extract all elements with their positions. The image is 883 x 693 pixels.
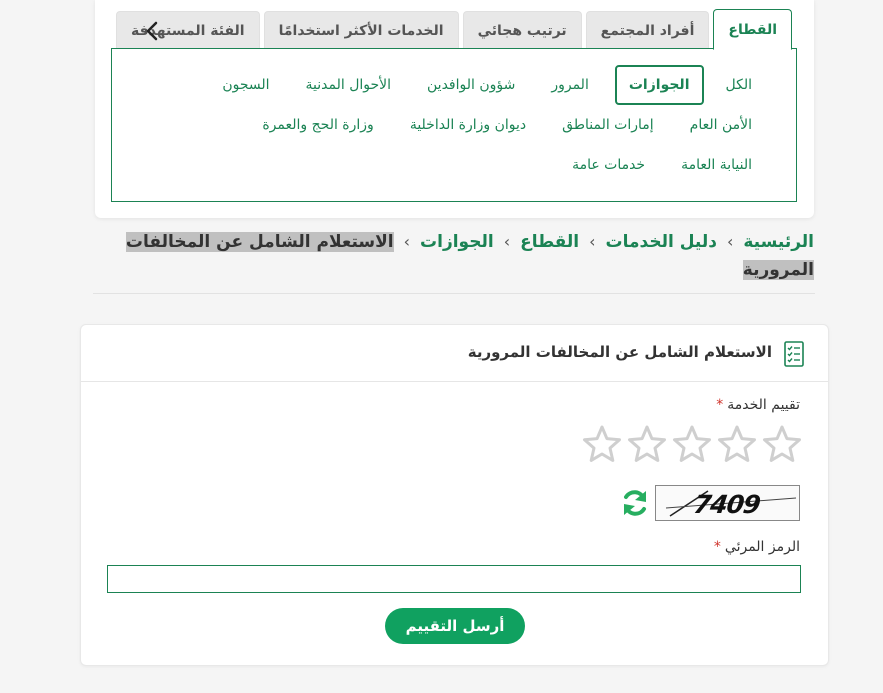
sector-chip-emirates[interactable]: إمارات المناطق xyxy=(552,105,664,145)
star-rating xyxy=(582,424,802,464)
chevron-separator-icon: › xyxy=(589,232,596,251)
sector-chip-traffic[interactable]: المرور xyxy=(541,65,599,105)
sector-chip-prisons[interactable]: السجون xyxy=(212,65,279,105)
chevron-separator-icon: › xyxy=(503,232,511,251)
service-rating-card: الاستعلام الشامل عن المخالفات المرورية ت… xyxy=(80,324,829,666)
captcha-code-input[interactable] xyxy=(107,565,801,593)
sector-row-1: الكل الجوازات المرور شؤون الوافدين الأحو… xyxy=(212,65,762,105)
star-outline-icon[interactable] xyxy=(717,424,757,464)
sector-chip-expatriates[interactable]: شؤون الوافدين xyxy=(417,65,525,105)
tab-most-used[interactable]: الخدمات الأكثر استخدامًا xyxy=(263,11,459,50)
sector-chip-hajj-umrah[interactable]: وزارة الحج والعمرة xyxy=(252,105,383,145)
service-filter-card: القطاع أفراد المجتمع ترتيب هجائي الخدمات… xyxy=(95,0,814,218)
tab-sector[interactable]: القطاع xyxy=(713,9,792,50)
service-title: الاستعلام الشامل عن المخالفات المرورية xyxy=(467,343,772,361)
tab-alphabetical[interactable]: ترتيب هجائي xyxy=(462,11,582,50)
required-mark: * xyxy=(713,539,721,555)
star-outline-icon[interactable] xyxy=(672,424,712,464)
tab-target-group[interactable]: الفئة المستهدفة xyxy=(116,11,260,50)
breadcrumb-sector[interactable]: القطاع xyxy=(520,232,579,252)
star-outline-icon[interactable] xyxy=(627,424,667,464)
sector-chip-interior-diwan[interactable]: ديوان وزارة الداخلية xyxy=(400,105,536,145)
star-outline-icon[interactable] xyxy=(582,424,622,464)
required-mark: * xyxy=(716,397,724,413)
sector-chip-general-services[interactable]: خدمات عامة xyxy=(562,145,655,185)
filter-tabs: القطاع أفراد المجتمع ترتيب هجائي الخدمات… xyxy=(116,9,792,50)
submit-rating-button[interactable]: أرسل التقييم xyxy=(385,608,525,644)
breadcrumb: الرئيسية›دليل الخدمات›القطاع›الجوازات›ال… xyxy=(114,228,814,284)
sector-chip-all[interactable]: الكل xyxy=(716,65,763,105)
chevron-separator-icon: › xyxy=(403,232,411,251)
sector-chip-passports[interactable]: الجوازات xyxy=(614,65,704,105)
sector-chip-public-security[interactable]: الأمن العام xyxy=(680,105,762,145)
star-outline-icon[interactable] xyxy=(762,424,802,464)
sector-chip-civil-affairs[interactable]: الأحوال المدنية xyxy=(296,65,402,105)
code-label: الرمز المرئي* xyxy=(713,539,800,555)
checklist-document-icon xyxy=(784,341,804,367)
sector-chip-public-prosecution[interactable]: النيابة العامة xyxy=(671,145,762,185)
card-header: الاستعلام الشامل عن المخالفات المرورية xyxy=(81,325,828,382)
sector-row-3: النيابة العامة خدمات عامة xyxy=(562,145,762,185)
captcha-image: 7409 xyxy=(655,485,800,521)
breadcrumb-services-guide[interactable]: دليل الخدمات xyxy=(606,232,717,252)
captcha-text: 7409 xyxy=(691,490,762,519)
chevron-separator-icon: › xyxy=(726,232,734,251)
refresh-icon[interactable] xyxy=(620,487,650,519)
tab-community[interactable]: أفراد المجتمع xyxy=(585,11,710,50)
sector-row-2: الأمن العام إمارات المناطق ديوان وزارة ا… xyxy=(252,105,762,145)
rating-label: تقييم الخدمة* xyxy=(716,397,800,413)
breadcrumb-passports[interactable]: الجوازات xyxy=(420,232,494,252)
sector-panel: الكل الجوازات المرور شؤون الوافدين الأحو… xyxy=(111,48,797,202)
breadcrumb-home[interactable]: الرئيسية xyxy=(743,232,814,252)
chevron-left-icon[interactable] xyxy=(145,20,159,42)
divider xyxy=(93,293,815,294)
